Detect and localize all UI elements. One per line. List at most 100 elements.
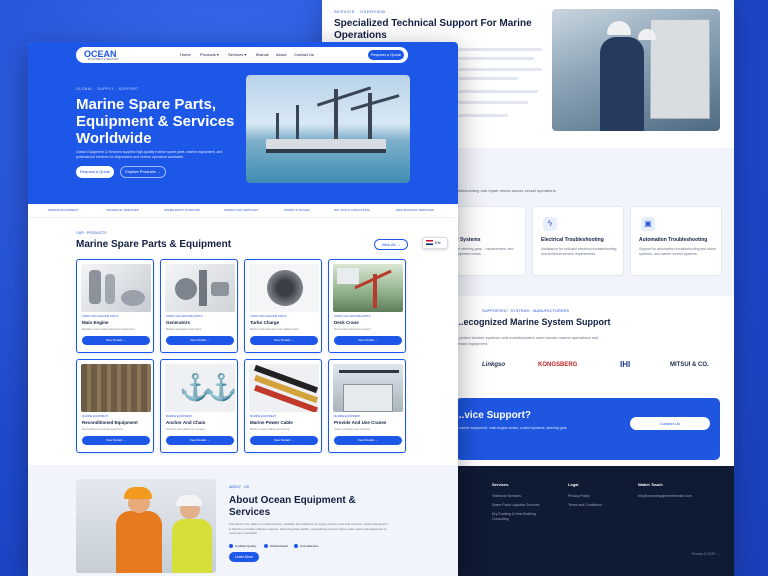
product-card[interactable]: MARINE EQUIPMENT Marine Power Cable Mari… bbox=[244, 359, 322, 453]
product-image-reconditioned-equipment bbox=[81, 364, 151, 412]
contact-us-button[interactable]: Contact Us bbox=[630, 417, 710, 430]
footer-link[interactable]: Terms and Conditions bbox=[568, 503, 602, 507]
products-title: Marine Spare Parts & Equipment bbox=[76, 239, 232, 250]
text-line bbox=[458, 114, 508, 117]
view-details-button[interactable]: View Details → bbox=[334, 336, 402, 345]
request-quote-button[interactable]: Request a Quote bbox=[76, 166, 114, 178]
product-card[interactable]: SUPPLYING GENUINE PARTS Turbo Charge Mar… bbox=[244, 259, 322, 353]
view-details-button[interactable]: View Details → bbox=[82, 336, 150, 345]
nav-products[interactable]: Products ▾ bbox=[200, 52, 219, 57]
services-subtitle: troubleshooting and repair needs across … bbox=[452, 188, 557, 193]
product-card[interactable]: MARINE EQUIPMENT Reconditioned Equipment… bbox=[76, 359, 154, 453]
product-category: SUPPLYING GENUINE PARTS bbox=[334, 315, 371, 318]
footer-legal-heading: Legal bbox=[568, 482, 579, 487]
ticker-item: SPARE PARTS SUPPLIES bbox=[164, 208, 201, 212]
footer-services-heading: Services bbox=[492, 482, 509, 487]
check-item: Global Reach bbox=[264, 544, 288, 549]
hero-description: Ocean Equipment & Services supplies high… bbox=[76, 150, 223, 159]
text-line bbox=[458, 77, 518, 80]
view-details-button[interactable]: View Details → bbox=[166, 336, 234, 345]
cpu-icon: ▣ bbox=[641, 217, 655, 231]
footer-copyright: Privacy & 2025 .... bbox=[691, 552, 720, 556]
brand-logo-ihi: IHI bbox=[620, 360, 631, 369]
text-line bbox=[458, 90, 538, 93]
footer-link[interactable]: Spare Parts Logistics Services bbox=[492, 503, 539, 507]
learn-more-button[interactable]: Learn More bbox=[229, 552, 259, 562]
navbar: OCEAN EQUIPMENT & SERVICES Home Products… bbox=[76, 47, 408, 63]
brand-logo-kongsberg: KONGSBERG bbox=[538, 362, 578, 368]
product-desc: Marine turbochargers and related parts. bbox=[250, 327, 300, 331]
products-section: OUR · PRODUCTS Marine Spare Parts & Equi… bbox=[28, 219, 458, 465]
ocean-logo[interactable]: OCEAN EQUIPMENT & SERVICES bbox=[84, 49, 119, 61]
hero-eyebrow: GLOBAL · SUPPLY · SUPPORT bbox=[76, 87, 139, 91]
logo-subtext: EQUIPMENT & SERVICES bbox=[88, 58, 119, 61]
product-desc: Reconditioned marine equipment. bbox=[82, 427, 124, 431]
product-image-turbo-charge bbox=[249, 264, 319, 312]
product-name: Anchor And Chain bbox=[166, 420, 206, 425]
ticker-item: TECHNICAL SERVICES bbox=[106, 208, 139, 212]
product-card[interactable]: SUPPLYING GENUINE PARTS Deck Crane Deck … bbox=[328, 259, 406, 353]
product-card[interactable]: SUPPLYING GENUINE PARTS Generators Marin… bbox=[160, 259, 238, 353]
view-details-button[interactable]: View Details → bbox=[334, 436, 402, 445]
nav-home[interactable]: Home bbox=[180, 52, 191, 57]
footer-link[interactable]: Dry Docking & New Building Consulting bbox=[492, 512, 548, 522]
product-category: SUPPLYING GENUINE PARTS bbox=[250, 315, 287, 318]
view-all-button[interactable]: View All → bbox=[374, 239, 408, 250]
product-card[interactable]: SUPPLYING GENUINE PARTS Main Engine Reli… bbox=[76, 259, 154, 353]
product-card[interactable]: MARINE EQUIPMENT Provide And Use Cranes … bbox=[328, 359, 406, 453]
product-card[interactable]: ⚓ ⚓ MARINE EQUIPMENT Anchor And Chain An… bbox=[160, 359, 238, 453]
ticker-item: NEW BUILDING SERVICES bbox=[396, 208, 434, 212]
nav-brands[interactable]: Brands bbox=[256, 52, 269, 57]
nav-contact[interactable]: Contact Us bbox=[294, 52, 314, 57]
product-image-cranes bbox=[333, 364, 403, 412]
explore-products-button[interactable]: Explore Products → bbox=[120, 166, 166, 178]
hero-title: Marine Spare Parts, Equipment & Services… bbox=[76, 96, 235, 147]
text-line bbox=[458, 57, 534, 60]
port-cranes-image bbox=[246, 75, 410, 183]
product-image-generators bbox=[165, 264, 235, 312]
footer-link[interactable]: Technical Services bbox=[492, 494, 521, 498]
ticker-item: MARINE EQUIPMENT bbox=[48, 208, 79, 212]
section-title: Specialized Technical Support For Marine… bbox=[334, 18, 532, 41]
text-line bbox=[458, 48, 542, 51]
service-card-desc: Assistance for onboard electrical troubl… bbox=[541, 247, 617, 256]
text-line bbox=[458, 68, 542, 71]
product-category: MARINE EQUIPMENT bbox=[250, 415, 277, 418]
service-card[interactable]: ▣ Automation Troubleshooting Support for… bbox=[630, 206, 722, 276]
product-name: Reconditioned Equipment bbox=[82, 420, 138, 425]
product-category: MARINE EQUIPMENT bbox=[82, 415, 109, 418]
view-details-button[interactable]: View Details → bbox=[250, 336, 318, 345]
request-quote-nav-button[interactable]: Request a Quote bbox=[368, 50, 404, 60]
view-details-button[interactable]: View Details → bbox=[82, 436, 150, 445]
product-category: SUPPLYING GENUINE PARTS bbox=[82, 315, 119, 318]
support-cta-banner: ...vice Support? ...marine equipment, ma… bbox=[456, 398, 720, 460]
view-details-button[interactable]: View Details → bbox=[166, 436, 234, 445]
nav-about[interactable]: About bbox=[276, 52, 286, 57]
footer-link[interactable]: Privacy Policy bbox=[568, 494, 590, 498]
product-desc: Marine power cables and wiring. bbox=[250, 427, 291, 431]
ticker-item: INSPECTION SERVICES bbox=[224, 208, 259, 212]
check-icon bbox=[229, 544, 233, 549]
product-image-deck-crane bbox=[333, 264, 403, 312]
product-desc: Reliable main engine parts and equipment… bbox=[82, 327, 136, 331]
about-title: About Ocean Equipment & Services bbox=[229, 495, 356, 518]
service-card[interactable]: ϟ Electrical Troubleshooting Assistance … bbox=[532, 206, 624, 276]
check-icon bbox=[294, 544, 298, 549]
service-card-title: Electrical Troubleshooting bbox=[541, 237, 604, 243]
nav-services[interactable]: Services ▾ bbox=[228, 52, 246, 57]
product-name: Marine Power Cable bbox=[250, 420, 293, 425]
footer-email[interactable]: info@oceanequipmentservice.com bbox=[638, 494, 692, 498]
product-desc: Crane provision and services. bbox=[334, 427, 371, 431]
ticker-item: DRY DOCK CONSULTING bbox=[334, 208, 371, 212]
technician-photo bbox=[552, 9, 720, 131]
ticker-item: PUMPS & VALVES bbox=[284, 208, 310, 212]
product-desc: Deck crane parts and support. bbox=[334, 327, 372, 331]
view-details-button[interactable]: View Details → bbox=[250, 436, 318, 445]
cta-subtitle: ...marine equipment, main engine works, … bbox=[456, 426, 568, 430]
brand-logo-mitsui: MITSUI & CO. bbox=[670, 362, 709, 368]
product-category: MARINE EQUIPMENT bbox=[166, 415, 193, 418]
brand-logo-linkgso: Linkgso bbox=[482, 362, 506, 368]
lightning-icon: ϟ bbox=[543, 217, 557, 231]
engineers-photo bbox=[76, 479, 216, 573]
language-selector[interactable]: EN bbox=[422, 237, 448, 249]
